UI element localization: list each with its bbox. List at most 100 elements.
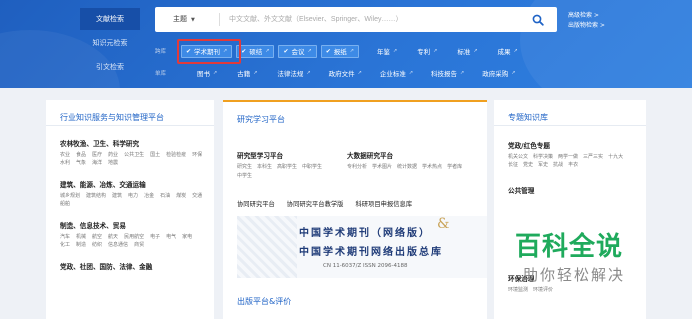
category-link[interactable]: 航空 [92, 233, 102, 241]
category-link[interactable]: 化工 [60, 241, 70, 249]
project-info-link[interactable]: 科研项目申报信息库 [355, 199, 412, 208]
search-input[interactable] [225, 9, 513, 30]
filter-books[interactable]: 图书 ↗ [197, 68, 217, 78]
external-link-icon: ↗ [265, 48, 270, 54]
filter-standard[interactable]: 标准 ↗ [457, 46, 477, 56]
search-button[interactable] [519, 7, 557, 32]
sub-link[interactable]: 统计数据 [397, 163, 417, 172]
tab-literature-search[interactable]: 文献检索 [80, 8, 140, 30]
filter-thesis[interactable]: ✔ 硕结 ↗ [236, 44, 275, 58]
category-title[interactable]: 建筑、能源、冶炼、交通运输 [60, 179, 214, 189]
topic-link[interactable]: 机关公文 [508, 153, 528, 161]
sub-link[interactable]: 高职学生 [277, 163, 297, 172]
collab-platform-link[interactable]: 协同研究平台 [237, 199, 275, 208]
category-link[interactable]: 食品 [76, 151, 86, 159]
category-link[interactable]: 海洋 [92, 159, 102, 167]
tab-citation-search[interactable]: 引文检索 [80, 56, 140, 78]
category-link[interactable]: 环保 [192, 151, 202, 159]
category-link[interactable]: 煤炭 [176, 192, 186, 200]
category-link[interactable]: 地震 [108, 159, 118, 167]
category-link[interactable]: 船舶 [60, 200, 70, 208]
category-link[interactable]: 机械 [76, 233, 86, 241]
category-link[interactable]: 纺织 [92, 241, 102, 249]
category-link[interactable]: 检验检疫 [166, 151, 186, 159]
sub-title[interactable]: 研究型学习平台 [237, 150, 337, 160]
filter-journal[interactable]: ✔ 学术期刊 ↗ [181, 44, 233, 58]
tab-knowledge-search[interactable]: 知识元检索 [80, 32, 140, 54]
category-link[interactable]: 交通 [192, 192, 202, 200]
search-scope-label: 主题 [173, 15, 187, 23]
category-link[interactable]: 电气 [166, 233, 176, 241]
collab-teaching-link[interactable]: 协同研究平台教学版 [287, 199, 344, 208]
category-title[interactable]: 农林牧渔、卫生、科学研究 [60, 138, 214, 148]
bigdata-platform: 大数据研究平台 专利分析 学术图片 统计数据 学术热点 学者库 [347, 150, 482, 172]
category-link[interactable]: 建筑结构 [86, 192, 106, 200]
topic-title[interactable]: 党政/红色专题 [508, 140, 646, 150]
topic-link[interactable]: 抗战 [553, 161, 563, 169]
topic-link[interactable]: 军史 [538, 161, 548, 169]
sub-link[interactable]: 本科生 [257, 163, 272, 172]
category-title[interactable]: 制造、信息技术、贸易 [60, 220, 214, 230]
sub-link[interactable]: 学术图片 [372, 163, 392, 172]
filter-yearbook[interactable]: 年鉴 ↗ [377, 46, 397, 56]
category-link[interactable]: 药业 [108, 151, 118, 159]
category-link[interactable]: 水利 [60, 159, 70, 167]
topic-link[interactable]: 丰衣 [568, 161, 578, 169]
publication-search-link[interactable]: 出版物检索 > [568, 21, 605, 31]
category-link[interactable]: 国土 [150, 151, 160, 159]
category-link[interactable]: 信息通信 [108, 241, 128, 249]
advanced-search-link[interactable]: 高级检索 > [568, 11, 605, 21]
category-link[interactable]: 航天 [108, 233, 118, 241]
category-link[interactable]: 电子 [150, 233, 160, 241]
topic-group: 公共管理 [508, 185, 646, 195]
filter-patent[interactable]: 专利 ↗ [417, 46, 437, 56]
topic-link[interactable]: 党史 [523, 161, 533, 169]
category-link[interactable]: 建筑 [112, 192, 122, 200]
sub-link[interactable]: 中职学生 [302, 163, 322, 172]
search-type-tabs: 文献检索 知识元检索 引文检索 [80, 8, 140, 80]
filter-gov-procurement[interactable]: 政府采购 ↗ [482, 68, 515, 78]
topic-title[interactable]: 公共管理 [508, 185, 646, 195]
filter-laws[interactable]: 法律法规 ↗ [277, 68, 310, 78]
category-link[interactable]: 民用航空 [124, 233, 144, 241]
filter-tech-reports[interactable]: 科技报告 ↗ [431, 68, 464, 78]
filter-achievement[interactable]: 成果 ↗ [498, 46, 518, 56]
sub-link[interactable]: 学者库 [447, 163, 462, 172]
topic-link[interactable]: 两学一做 [558, 153, 578, 161]
category-link[interactable]: 医疗 [92, 151, 102, 159]
category-title[interactable]: 党政、社团、国防、法律、金融 [60, 261, 214, 271]
filter-gov-docs[interactable]: 政府文件 ↗ [329, 68, 362, 78]
sub-title[interactable]: 大数据研究平台 [347, 150, 482, 160]
journal-banner[interactable]: 中国学术期刊（网络版） & 中国学术期刊网络出版总库 CN 11-6037/Z … [237, 216, 487, 278]
category-link[interactable]: 石油 [160, 192, 170, 200]
topic-link[interactable]: 长征 [508, 161, 518, 169]
filter-conference[interactable]: ✔ 会议 ↗ [278, 44, 317, 58]
category-link[interactable]: 家电 [182, 233, 192, 241]
topic-items: 机关公文 科学决策 两学一做 三严三实 十九大 长征 党史 军史 抗战 丰衣 [508, 153, 638, 169]
filter-label: 法律法规 [277, 70, 304, 78]
category-link[interactable]: 商贸 [134, 241, 144, 249]
filter-enterprise-standards[interactable]: 企业标准 ↗ [380, 68, 413, 78]
filter-newspaper[interactable]: ✔ 报纸 ↗ [320, 44, 359, 58]
category-link[interactable]: 公共卫生 [124, 151, 144, 159]
topic-link[interactable]: 三严三实 [583, 153, 603, 161]
watermark-sub-text: 助你轻松解决 [523, 266, 626, 284]
category-link[interactable]: 农业 [60, 151, 70, 159]
external-link-icon: ↗ [513, 48, 518, 54]
search-scope-dropdown[interactable]: 主题 ▼ [155, 7, 215, 32]
topic-link[interactable]: 十九大 [608, 153, 623, 161]
category-link[interactable]: 汽车 [60, 233, 70, 241]
sub-link[interactable]: 学术热点 [422, 163, 442, 172]
category-link[interactable]: 城乡规划 [60, 192, 80, 200]
check-icon: ✔ [283, 47, 289, 55]
category-link[interactable]: 冶金 [144, 192, 154, 200]
filter-ancient-books[interactable]: 古籍 ↗ [237, 68, 257, 78]
advanced-links: 高级检索 > 出版物检索 > [568, 11, 605, 31]
category-link[interactable]: 气象 [76, 159, 86, 167]
sub-link[interactable]: 专利分析 [347, 163, 367, 172]
sub-link[interactable]: 研究生 [237, 163, 252, 172]
category-link[interactable]: 制造 [76, 241, 86, 249]
topic-link[interactable]: 科学决策 [533, 153, 553, 161]
sub-link[interactable]: 中学生 [237, 172, 252, 181]
category-link[interactable]: 电力 [128, 192, 138, 200]
